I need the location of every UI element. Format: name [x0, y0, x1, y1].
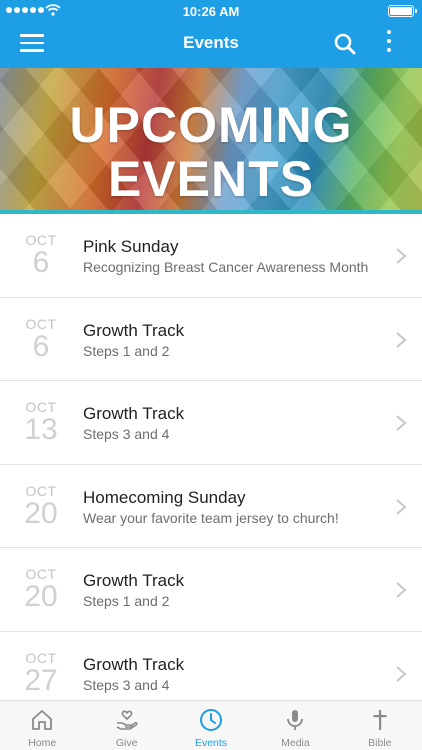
event-title: Growth Track	[83, 654, 185, 674]
page-title: Events	[183, 33, 239, 52]
tab-give[interactable]: Give	[84, 701, 168, 750]
microphone-icon	[287, 710, 304, 730]
tab-events[interactable]: Events	[169, 701, 253, 750]
chevron-right-icon	[396, 498, 407, 515]
event-subtitle: Wear your favorite team jersey to church…	[83, 509, 339, 526]
home-icon	[32, 710, 53, 730]
event-title: Growth Track	[83, 404, 185, 423]
event-row[interactable]: OCT 20 Homecoming Sunday Wear your favor…	[0, 464, 422, 548]
clock-icon	[200, 709, 223, 731]
banner-title-line1: UPCOMING	[69, 97, 353, 153]
tab-bar: Home Give Events Media Bible	[0, 700, 422, 750]
event-title: Growth Track	[83, 320, 185, 340]
give-icon	[116, 710, 138, 730]
event-row[interactable]: OCT 13 Growth Track Steps 3 and 4	[0, 381, 422, 465]
event-day: 20	[24, 496, 58, 530]
event-subtitle: Recognizing Breast Cancer Awareness Mont…	[83, 259, 369, 275]
tab-home[interactable]: Home	[0, 701, 84, 750]
event-row[interactable]: OCT 6 Pink Sunday Recognizing Breast Can…	[0, 214, 422, 298]
app-header: 10:26 AM Events	[0, 0, 422, 68]
event-day: 6	[32, 246, 50, 279]
tab-label: Events	[194, 737, 228, 749]
banner-title-line2: EVENTS	[107, 151, 315, 207]
event-subtitle: Steps 3 and 4	[83, 676, 170, 693]
event-title: Growth Track	[83, 571, 185, 590]
upcoming-events-banner: UPCOMING EVENTS	[0, 68, 422, 212]
more-options-icon[interactable]	[382, 30, 396, 56]
nav-bar: Events	[0, 22, 422, 66]
event-subtitle: Steps 1 and 2	[83, 342, 170, 359]
event-row[interactable]: OCT 6 Growth Track Steps 1 and 2	[0, 297, 422, 381]
event-row[interactable]: OCT 20 Growth Track Steps 1 and 2	[0, 548, 422, 632]
chevron-right-icon	[396, 331, 407, 348]
event-subtitle: Steps 3 and 4	[83, 426, 170, 442]
tab-label: Give	[115, 737, 138, 749]
event-title: Pink Sunday	[83, 237, 179, 256]
status-bar: 10:26 AM	[0, 0, 422, 22]
search-icon[interactable]	[333, 32, 357, 56]
tab-label: Media	[281, 737, 310, 749]
cross-icon	[373, 710, 387, 730]
event-day: 27	[24, 663, 58, 697]
event-title: Homecoming Sunday	[83, 487, 246, 507]
chevron-right-icon	[396, 665, 407, 682]
chevron-right-icon	[396, 415, 407, 431]
chevron-right-icon	[396, 582, 407, 598]
chevron-right-icon	[396, 248, 407, 264]
event-list: OCT 6 Pink Sunday Recognizing Breast Can…	[0, 214, 422, 700]
tab-media[interactable]: Media	[253, 701, 337, 750]
event-subtitle: Steps 1 and 2	[83, 593, 170, 609]
event-day: 13	[24, 413, 58, 446]
event-row[interactable]: OCT 27 Growth Track Steps 3 and 4	[0, 631, 422, 700]
event-day: 20	[24, 580, 58, 613]
status-time: 10:26 AM	[182, 4, 240, 19]
tab-label: Home	[28, 737, 57, 749]
battery-icon	[388, 5, 417, 17]
tab-label: Bible	[368, 737, 392, 749]
event-day: 6	[32, 329, 50, 363]
tab-bible[interactable]: Bible	[338, 701, 422, 750]
